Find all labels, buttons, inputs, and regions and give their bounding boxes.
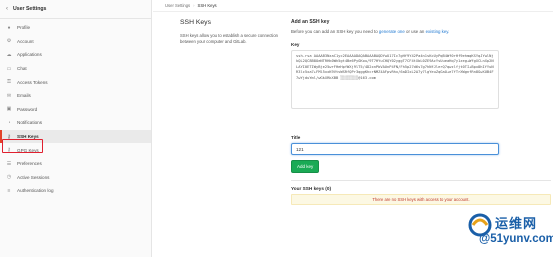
intro-text: Before you can add an SSH key you need t… <box>291 29 378 34</box>
sidebar-item-chat[interactable]: ▭ Chat <box>0 62 151 76</box>
sidebar-item-label: Password <box>17 106 38 112</box>
empty-keys-banner: There are no SSH keys with access to you… <box>291 194 551 205</box>
existing-key-link[interactable]: existing key. <box>426 29 450 34</box>
key-value: ssh-rsa AAAAB3NzaC1yc2EAAAADAQABAAABAQDY… <box>296 54 494 80</box>
breadcrumb-parent[interactable]: User Settings <box>165 3 190 8</box>
sidebar-item-gpg-keys[interactable]: ⚷ GPG Keys <box>0 143 151 157</box>
sidebar-item-authentication-log[interactable]: ≡ Authentication log <box>0 184 151 198</box>
gear-icon: ⚙ <box>6 38 12 45</box>
sidebar-item-label: Active Sessions <box>17 174 50 180</box>
section-intro: SSH Keys SSH keys allow you to establish… <box>180 19 280 45</box>
title-input-value: 121 <box>296 146 304 152</box>
sidebar-title: User Settings <box>13 6 47 12</box>
history-icon: ◷ <box>6 174 12 181</box>
sidebar-item-applications[interactable]: ☁ Applications <box>0 48 151 62</box>
title-input[interactable]: 121 <box>291 143 499 155</box>
watermark-logo: 运维网 @51yunv.com <box>465 209 553 253</box>
sidebar-item-notifications[interactable]: ◔ Notifications <box>0 116 151 130</box>
sidebar-header[interactable]: ‹ User Settings <box>0 0 151 19</box>
arrow-left-icon[interactable]: ‹ <box>6 6 8 12</box>
sidebar-item-label: Notifications <box>17 120 43 126</box>
sidebar-item-account[interactable]: ⚙ Account <box>0 35 151 49</box>
sidebar-item-profile[interactable]: ● Profile <box>0 21 151 35</box>
sidebar-item-active-sessions[interactable]: ◷ Active Sessions <box>0 171 151 185</box>
sidebar-item-emails[interactable]: ✉ Emails <box>0 89 151 103</box>
key-label: Key <box>291 42 300 47</box>
page-title: SSH Keys <box>180 19 211 26</box>
sidebar-item-label: Chat <box>17 66 27 72</box>
key-comment: ░░░░░░░░@163.com <box>340 75 376 80</box>
sidebar-item-label: Applications <box>17 52 42 58</box>
sidebar-nav: ● Profile ⚙ Account ☁ Applications ▭ Chat ⚿ Acces… <box>0 19 151 198</box>
add-key-form: Add an SSH key Before you can add an SSH… <box>291 19 553 205</box>
form-intro: Before you can add an SSH key you need t… <box>291 29 553 34</box>
sidebar-item-ssh-keys[interactable]: ⚷ SSH Keys <box>0 129 151 144</box>
cloud-icon: ☁ <box>6 51 12 58</box>
sidebar-item-label: Authentication log <box>17 188 54 194</box>
sidebar-item-label: Emails <box>17 93 31 99</box>
page-description: SSH keys allow you to establish a secure… <box>180 33 278 44</box>
form-heading: Add an SSH key <box>291 19 330 25</box>
user-icon: ● <box>7 24 11 31</box>
key-icon: ⚷ <box>7 147 11 154</box>
sidebar-item-label: Preferences <box>17 161 42 167</box>
sidebar-item-access-tokens[interactable]: ⚿ Access Tokens <box>0 75 151 89</box>
sidebar-item-label: Access Tokens <box>17 79 48 85</box>
watermark-text-url: @51yunv.com <box>479 233 553 245</box>
key-textarea[interactable]: ssh-rsa AAAAB3NzaC1yc2EAAAADAQABAAABAQDY… <box>291 50 499 109</box>
bell-icon: ◔ <box>7 119 11 126</box>
watermark-text-cn: 运维网 <box>495 216 538 231</box>
generate-key-link[interactable]: generate one <box>379 29 405 34</box>
title-label: Title <box>291 135 301 140</box>
sliders-icon: ☰ <box>6 160 12 167</box>
your-keys-heading: Your SSH keys (0) <box>291 186 332 191</box>
sidebar-item-label: GPG Keys <box>17 147 39 153</box>
breadcrumb: User Settings › SSH Keys <box>153 0 553 12</box>
add-key-button[interactable]: Add key <box>291 160 320 173</box>
breadcrumb-current: SSH Keys <box>197 3 217 8</box>
list-icon: ≡ <box>7 187 11 194</box>
breadcrumb-separator: › <box>193 3 195 8</box>
sidebar-item-label: Account <box>17 38 34 44</box>
key-icon: ⚿ <box>7 79 11 86</box>
empty-keys-message: There are no SSH keys with access to you… <box>372 197 470 202</box>
sidebar-item-label: SSH Keys <box>17 134 39 140</box>
key-icon: ⚷ <box>7 133 11 140</box>
sidebar-item-password[interactable]: ▣ Password <box>0 103 151 117</box>
sidebar-item-label: Profile <box>17 25 31 31</box>
intro-text-middle: or use an <box>406 29 425 34</box>
lock-icon: ▣ <box>6 106 12 113</box>
divider <box>291 180 551 181</box>
sidebar-item-preferences[interactable]: ☰ Preferences <box>0 157 151 171</box>
comment-icon: ▭ <box>6 65 12 72</box>
envelope-icon: ✉ <box>6 92 12 99</box>
settings-sidebar: ‹ User Settings ● Profile ⚙ Account ☁ Applica… <box>0 0 152 257</box>
